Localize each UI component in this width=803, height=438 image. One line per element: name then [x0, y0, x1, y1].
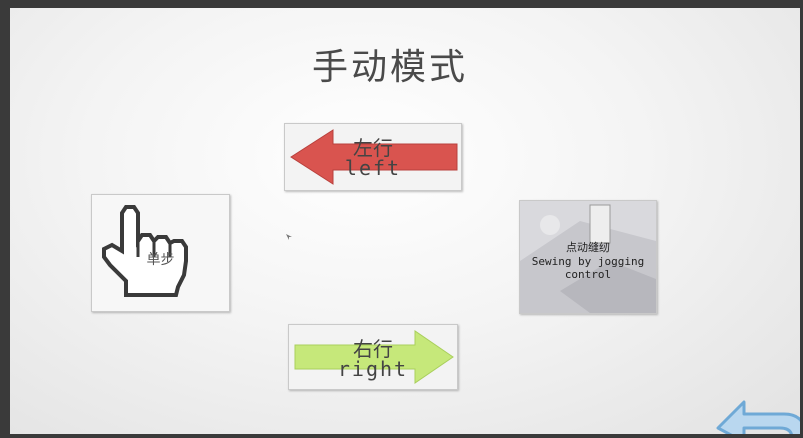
move-left-label-en: left	[344, 156, 402, 180]
single-step-button[interactable]: 单步	[91, 194, 230, 312]
return-arrow-icon	[716, 400, 800, 434]
monitor-frame: 手动模式 左行 left 单步 点动缝纫 Sewing by jogging c…	[0, 0, 803, 438]
back-button[interactable]	[710, 392, 800, 434]
single-step-label: 单步	[146, 252, 175, 268]
cursor-icon	[286, 234, 292, 240]
move-right-label-en: right	[337, 357, 409, 381]
jog-sewing-button[interactable]: 点动缝纫 Sewing by jogging control	[519, 200, 657, 314]
page-title: 手动模式	[311, 47, 468, 88]
jog-sewing-label-zh: 点动缝纫	[566, 241, 610, 254]
jog-sewing-label-en: Sewing by jogging control	[531, 255, 645, 281]
move-left-button[interactable]: 左行 left	[284, 123, 462, 191]
move-right-button[interactable]: 右行 right	[288, 324, 458, 390]
hmi-screen: 手动模式 左行 left 单步 点动缝纫 Sewing by jogging c…	[10, 8, 800, 434]
